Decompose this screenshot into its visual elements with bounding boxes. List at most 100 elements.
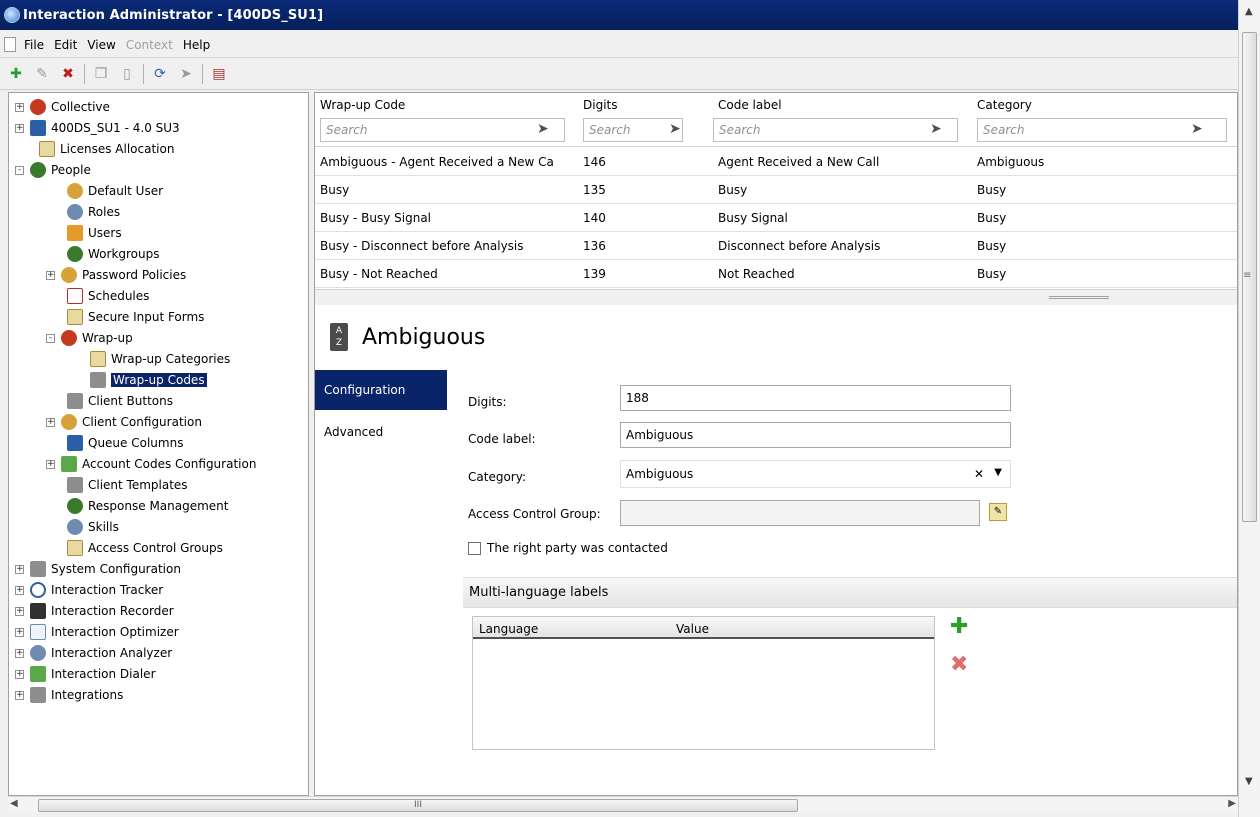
tree-item-access-control-groups[interactable]: Access Control Groups [67,538,223,558]
table-row[interactable]: Busy - Not Reached 139 Not Reached Busy [315,260,1237,288]
collapse-icon[interactable]: - [15,165,24,175]
tree-item-licenses-allocation[interactable]: Licenses Allocation [39,139,174,159]
search-digits[interactable]: Search [583,118,683,142]
tree-item-server[interactable]: + 400DS_SU1 - 4.0 SU3 [15,118,180,138]
chevron-down-icon[interactable]: ▼ [994,467,1002,478]
expand-icon[interactable]: + [46,417,55,427]
tree-item-people[interactable]: - People [15,160,91,180]
tab-configuration[interactable]: Configuration [315,370,447,410]
tab-advanced[interactable]: Advanced [315,412,447,452]
expand-icon[interactable]: + [46,459,55,469]
filter-icon[interactable]: ➤ [1191,121,1203,137]
tree-item-wrap-up[interactable]: - Wrap-up [46,328,133,348]
category-select[interactable]: Ambiguous ✕ ▼ [620,460,1011,488]
properties-icon[interactable]: ▤ [209,64,229,84]
paste-icon[interactable]: ▯ [117,64,137,84]
tree-item-wrap-up-categories[interactable]: Wrap-up Categories [90,349,230,369]
expand-icon[interactable]: + [15,606,24,616]
copy-icon[interactable]: ❐ [91,64,111,84]
pane-splitter[interactable] [315,289,1237,305]
expand-icon[interactable]: + [15,648,24,658]
tree-item-password-policies[interactable]: + Password Policies [46,265,186,285]
table-row[interactable]: Busy - Busy Signal 140 Busy Signal Busy [315,204,1237,232]
tree-item-interaction-tracker[interactable]: + Interaction Tracker [15,580,163,600]
tree-item-queue-columns[interactable]: Queue Columns [67,433,183,453]
new-icon[interactable]: ✚ [6,64,26,84]
tree-item-skills[interactable]: Skills [67,517,119,537]
tree-item-collective[interactable]: + Collective [15,97,110,117]
tree-item-client-configuration[interactable]: + Client Configuration [46,412,202,432]
multi-language-table[interactable]: Language Value [472,616,935,750]
expand-icon[interactable]: + [15,627,24,637]
filter-icon[interactable]: ➤ [537,121,549,137]
menu-file[interactable]: File [24,38,44,52]
digits-field[interactable]: 188 [620,385,1011,411]
table-row[interactable]: Busy 135 Busy Busy [315,176,1237,204]
expand-icon[interactable]: + [15,669,24,679]
table-row[interactable]: Ambiguous - Agent Received a New Ca 146 … [315,148,1237,176]
delete-icon[interactable]: ✖ [58,64,78,84]
delete-icon[interactable]: ✖ [950,654,968,676]
filter-icon[interactable]: ➤ [930,121,942,137]
tree-item-system-configuration[interactable]: + System Configuration [15,559,181,579]
expand-icon[interactable]: + [46,270,55,280]
filter-icon[interactable]: ➤ [176,64,196,84]
column-header-value[interactable]: Value [676,622,709,636]
expand-icon[interactable]: + [15,564,24,574]
tree-item-client-buttons[interactable]: Client Buttons [67,391,173,411]
add-icon[interactable]: ✚ [950,616,968,638]
scroll-up-icon[interactable]: ▲ [1245,6,1253,17]
menu-view[interactable]: View [87,38,115,52]
tree-item-interaction-analyzer[interactable]: + Interaction Analyzer [15,643,172,663]
menu-edit[interactable]: Edit [54,38,77,52]
tree-item-response-management[interactable]: Response Management [67,496,229,516]
right-party-checkbox-row[interactable]: The right party was contacted [468,541,668,555]
menu-context[interactable]: Context [126,38,173,52]
tree-item-workgroups[interactable]: Workgroups [67,244,160,264]
expand-icon[interactable]: + [15,123,24,133]
scroll-right-icon[interactable]: ▶ [1228,798,1236,809]
tree-item-wrap-up-codes[interactable]: Wrap-up Codes [90,370,207,390]
column-header-digits[interactable]: Digits [583,98,617,112]
clear-icon[interactable]: ✕ [974,467,984,481]
vertical-scrollbar[interactable]: ▲ ≡ ▼ [1238,0,1260,817]
code-label-field[interactable]: Ambiguous [620,422,1011,448]
tree-item-account-codes[interactable]: + Account Codes Configuration [46,454,256,474]
tree-item-client-templates[interactable]: Client Templates [67,475,188,495]
tree-item-interaction-dialer[interactable]: + Interaction Dialer [15,664,156,684]
scroll-thumb[interactable]: III [38,799,798,812]
splitter-grip[interactable] [1049,296,1109,299]
horizontal-scrollbar[interactable]: ◀ III ▶ [8,796,1238,813]
menu-help[interactable]: Help [183,38,210,52]
column-header-category[interactable]: Category [977,98,1032,112]
table-row[interactable]: Busy - Disconnect before Analysis 136 Di… [315,232,1237,260]
edit-note-icon[interactable]: ✎ [989,503,1007,521]
scroll-left-icon[interactable]: ◀ [10,798,18,809]
scroll-down-icon[interactable]: ▼ [1245,776,1253,787]
search-category[interactable]: Search [977,118,1227,142]
expand-icon[interactable]: + [15,690,24,700]
tree-item-interaction-optimizer[interactable]: + Interaction Optimizer [15,622,179,642]
filter-icon[interactable]: ➤ [669,121,681,137]
tree-item-interaction-recorder[interactable]: + Interaction Recorder [15,601,174,621]
column-header-code-label[interactable]: Code label [718,98,782,112]
right-party-checkbox[interactable] [468,541,481,555]
search-code-label[interactable]: Search [713,118,958,142]
tree-item-secure-input-forms[interactable]: Secure Input Forms [67,307,204,327]
collapse-icon[interactable]: - [46,333,55,343]
tree-item-default-user[interactable]: Default User [67,181,163,201]
expand-icon[interactable]: + [15,102,24,112]
refresh-icon[interactable]: ⟳ [150,64,170,84]
column-header-language[interactable]: Language [479,622,538,636]
column-header-wrap-up-code[interactable]: Wrap-up Code [320,98,405,112]
tree-item-label: Licenses Allocation [60,142,175,156]
tree-item-users[interactable]: Users [67,223,122,243]
tree-item-roles[interactable]: Roles [67,202,120,222]
tree-item-schedules[interactable]: Schedules [67,286,149,306]
cell-code-label: Agent Received a New Call [718,155,880,169]
search-wrap-up-code[interactable]: Search [320,118,565,142]
access-control-group-field[interactable] [620,500,980,526]
edit-icon[interactable]: ✎ [32,64,52,84]
tree-item-integrations[interactable]: + Integrations [15,685,123,705]
expand-icon[interactable]: + [15,585,24,595]
